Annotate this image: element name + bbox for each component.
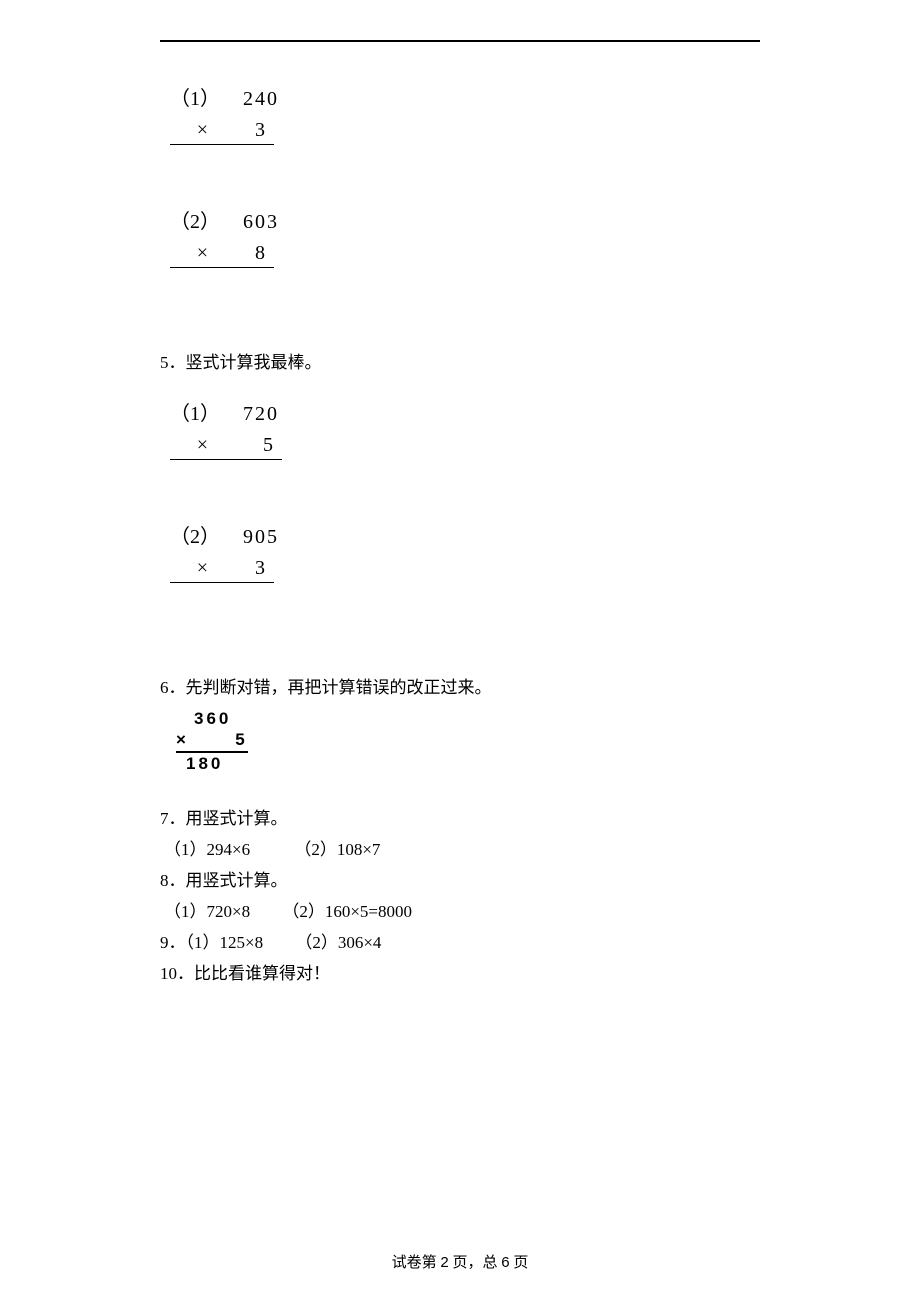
q9-line: 9．（1）125×8 （2）306×4 [160, 928, 760, 953]
q6-top: 360 [176, 708, 760, 729]
q7-parts: （1）294×6 （2）108×7 [160, 835, 760, 860]
q5-calc-2: （2） 905 × 3 [170, 520, 760, 583]
q6-title: 6．先判断对错，再把计算错误的改正过来。 [160, 673, 760, 698]
q7-p1: （1）294×6 [164, 840, 250, 859]
q9-p2: （2）306×4 [295, 933, 381, 952]
q5-2-label: （2） [170, 520, 214, 549]
q7-title: 7．用竖式计算。 [160, 804, 760, 829]
footer-current: 2 [440, 1254, 448, 1271]
q4-2-multiplier: 8 [219, 242, 271, 265]
q5-2-multiplier: 3 [219, 557, 271, 580]
q5-title: 5．竖式计算我最棒。 [160, 348, 760, 373]
q4-1-label: （1） [170, 82, 214, 111]
q6-mult: 5 [205, 729, 245, 750]
q4-calc-2: （2） 603 × 8 [170, 205, 760, 268]
footer-mid: 页，总 [452, 1255, 497, 1271]
mult-sign: × [170, 434, 214, 457]
mult-sign: × [170, 242, 214, 265]
q9-p1: 9．（1）125×8 [160, 933, 263, 952]
q10-title: 10．比比看谁算得对！ [160, 959, 760, 984]
top-rule [160, 40, 760, 42]
q5-1-multiplier: 5 [219, 434, 279, 457]
q8-p1: （1）720×8 [164, 902, 250, 921]
q5-1-operand: 720 [219, 403, 279, 426]
footer-total: 6 [501, 1254, 509, 1271]
mult-sign: × [170, 119, 214, 142]
q8-parts: （1）720×8 （2）160×5=8000 [160, 897, 760, 922]
q4-2-operand: 603 [219, 211, 279, 234]
q4-calc-1: （1） 240 × 3 [170, 82, 760, 145]
q7-p2: （2）108×7 [294, 840, 380, 859]
q6-calc: 360 × 5 180 [176, 708, 760, 774]
q5-2-operand: 905 [219, 526, 279, 549]
q4-1-operand: 240 [219, 88, 279, 111]
page-footer: 试卷第 2 页，总 6 页 [0, 1251, 920, 1272]
q5-1-label: （1） [170, 397, 214, 426]
q4-1-multiplier: 3 [219, 119, 271, 142]
mult-sign: × [170, 557, 214, 580]
q8-title: 8．用竖式计算。 [160, 866, 760, 891]
footer-suffix: 页 [513, 1255, 528, 1271]
q6-result: 180 [176, 753, 760, 774]
q5-calc-1: （1） 720 × 5 [170, 397, 760, 460]
footer-prefix: 试卷第 [392, 1255, 437, 1271]
q6-sign: × [176, 729, 200, 750]
q8-p2: （2）160×5=8000 [282, 902, 412, 921]
q4-2-label: （2） [170, 205, 214, 234]
